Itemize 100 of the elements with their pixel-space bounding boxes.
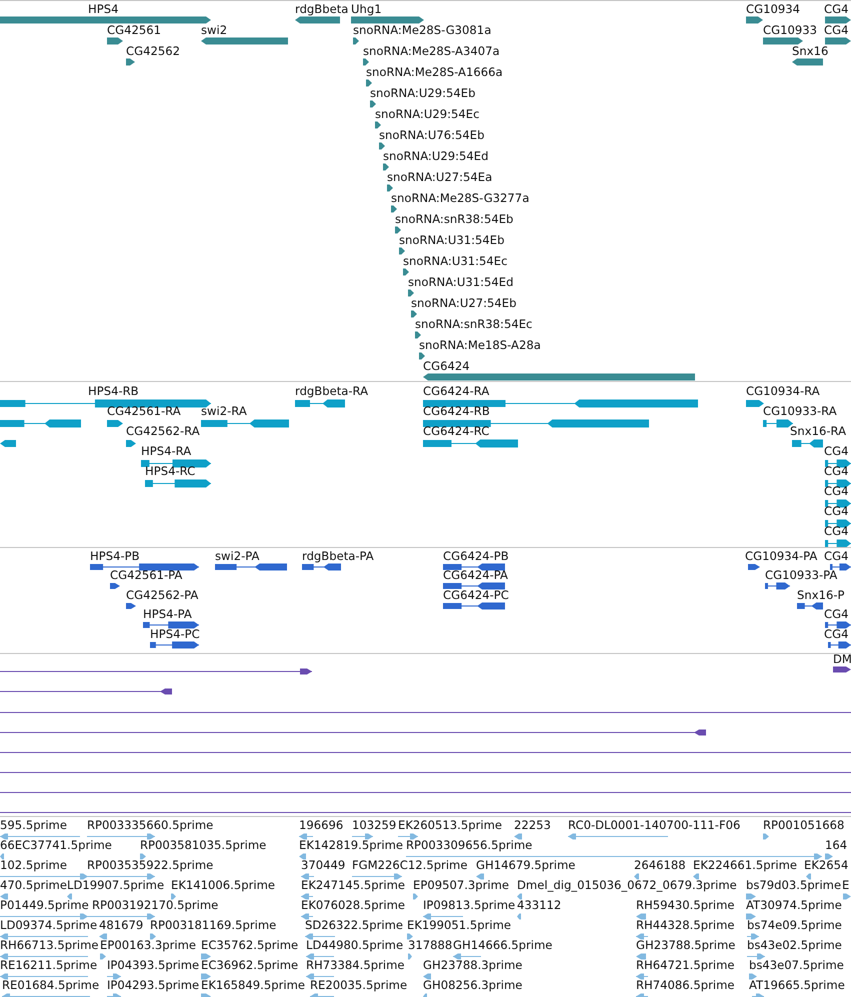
feature-label: HPS4 xyxy=(88,2,118,16)
feature-label: EK224661.5prime xyxy=(693,858,798,872)
feature-label: CG42561-RA xyxy=(107,404,181,418)
feature-label: CG10934-PA xyxy=(745,549,818,563)
feature-label: snoRNA:U29:54Ec xyxy=(375,107,480,121)
feature-label: snoRNA:snR38:54Eb xyxy=(395,212,514,226)
feature-label: HPS4-RC xyxy=(145,464,196,478)
feature-label: HPS4-RA xyxy=(141,444,192,458)
feature-label: 196696 xyxy=(299,818,344,832)
feature-label: EK2654 xyxy=(804,858,848,872)
feature-label: 2646188 xyxy=(634,858,686,872)
feature-label: RC0-DL0001-140700-111-F06 xyxy=(568,818,740,832)
feature-label: snoRNA:U29:54Eb xyxy=(370,86,476,100)
feature-label: GH14679.5prime xyxy=(476,858,576,872)
feature-label: EK142819.5prime xyxy=(299,838,404,852)
feature-label: snoRNA:U27:54Ea xyxy=(387,170,492,184)
feature-label: CG4 xyxy=(824,524,848,538)
feature-label: RH59430.5prime xyxy=(636,898,734,912)
feature-label: RP003581035.5prime xyxy=(140,838,266,852)
feature-label: CG4 xyxy=(824,2,848,16)
feature-label: CG10934 xyxy=(746,2,800,16)
feature-label: 470.5prime xyxy=(0,878,67,892)
feature-label: HPS4-PB xyxy=(90,549,140,563)
feature-label: RH74086.5prime xyxy=(636,978,734,992)
feature-label: snoRNA:Me28S-A3407a xyxy=(363,44,500,58)
feature-label: CG6424-RC xyxy=(423,424,490,438)
feature-label: LD19907.5prime xyxy=(67,878,164,892)
feature-label: snoRNA:Me28S-G3081a xyxy=(353,23,492,37)
feature-label: CG42561 xyxy=(107,23,161,37)
feature-label: LD44980.5prime xyxy=(306,938,404,952)
feature-label: CG42561-PA xyxy=(110,568,182,582)
feature-label: CG4 xyxy=(824,464,848,478)
feature-label: CG42562-PA xyxy=(126,588,198,602)
feature-label: snoRNA:U31:54Ed xyxy=(408,275,514,289)
feature-label: CG6424-RB xyxy=(423,404,490,418)
feature-label: GH08256.3prime xyxy=(423,978,522,992)
feature-label: RE01684.5prime xyxy=(2,978,100,992)
feature-label: EP09507.3prime xyxy=(413,878,510,892)
feature-label: CG6424-PC xyxy=(443,588,509,602)
feature-label: 164 xyxy=(825,838,848,852)
feature-label: CG4 xyxy=(824,23,848,37)
feature-label: Snx16 xyxy=(792,44,828,58)
feature-label: GH23788.3prime xyxy=(423,958,522,972)
feature-label: EK199051.5prime xyxy=(407,918,512,932)
feature-label: FGM226C12.5prime xyxy=(352,858,468,872)
feature-label: IP04393.5prime xyxy=(107,958,200,972)
feature-label: CG4 xyxy=(824,484,848,498)
feature-label: EK141006.5prime xyxy=(171,878,276,892)
feature-label: 481679 xyxy=(99,918,144,932)
feature-label: snoRNA:Me18S-A28a xyxy=(419,338,541,352)
feature-label: snoRNA:U29:54Ed xyxy=(383,149,488,163)
feature-label: EK076028.5prime xyxy=(301,898,406,912)
feature-label: IP04293.5prime xyxy=(107,978,200,992)
feature-label: CG42562-RA xyxy=(126,424,200,438)
feature-label: RH64721.5prime xyxy=(636,958,734,972)
feature-label: snoRNA:U27:54Eb xyxy=(411,296,516,310)
feature-label: RP003335660.5prime xyxy=(87,818,214,832)
feature-label: IP09813.5prime xyxy=(423,898,516,912)
feature-label: CG4 xyxy=(824,607,848,621)
feature-label: HPS4-PC xyxy=(150,627,200,641)
feature-label: 317888 xyxy=(408,938,452,952)
feature-label: Snx16-RA xyxy=(790,424,846,438)
feature-label: CG10933-RA xyxy=(763,404,837,418)
feature-label: 595.5prime xyxy=(0,818,67,832)
feature-label: 370449 xyxy=(301,858,346,872)
feature-label: E xyxy=(842,878,850,892)
feature-label: swi2-PA xyxy=(215,549,260,563)
feature-label: snoRNA:Me28S-A1666a xyxy=(366,65,503,79)
feature-label: CG10933-PA xyxy=(765,568,838,582)
feature-label: EK165849.5prime xyxy=(201,978,306,992)
feature-label: CG4 xyxy=(824,549,848,563)
feature-label: P01449.5prime xyxy=(0,898,89,912)
feature-label: CG6424-RA xyxy=(423,384,490,398)
feature-label: RP003192170.5prime xyxy=(92,898,218,912)
feature-label: AT30974.5prime xyxy=(746,898,842,912)
feature-label: bs74e09.5prime xyxy=(747,918,842,932)
feature-label: EC35762.5prime xyxy=(201,938,298,952)
feature-label: CG4 xyxy=(824,504,848,518)
feature-label: rdgBbeta-PA xyxy=(302,549,374,563)
feature-label: CG4 xyxy=(824,444,848,458)
feature-label: snoRNA:snR38:54Ec xyxy=(415,317,532,331)
feature-label: 22253 xyxy=(514,818,551,832)
feature-label: EP00163.3prime xyxy=(100,938,196,952)
feature-label: HPS4-RB xyxy=(88,384,139,398)
feature-label: swi2-RA xyxy=(201,404,247,418)
feature-label: Uhg1 xyxy=(351,2,382,16)
feature-label: swi2 xyxy=(201,23,228,37)
feature-label: RE16211.5prime xyxy=(0,958,98,972)
feature-label: RP003309656.5prime xyxy=(406,838,532,852)
feature-label: GH14666.5prime xyxy=(453,938,552,952)
feature-label: Snx16-P xyxy=(797,588,844,602)
feature-label: snoRNA:U31:54Ec xyxy=(403,254,508,268)
feature-label: snoRNA:U31:54Eb xyxy=(399,233,504,247)
feature-label: 66EC37741.5prime xyxy=(0,838,112,852)
feature-label: RH66713.5prime xyxy=(0,938,98,952)
feature-label: Dmel_dig_015036_0672_0679.3prime xyxy=(517,878,737,892)
feature-label: RP001051668 xyxy=(763,818,844,832)
feature-label: bs79d03.5prime xyxy=(746,878,842,892)
feature-label: bs43e02.5prime xyxy=(747,938,842,952)
feature-label: CG10934-RA xyxy=(746,384,820,398)
